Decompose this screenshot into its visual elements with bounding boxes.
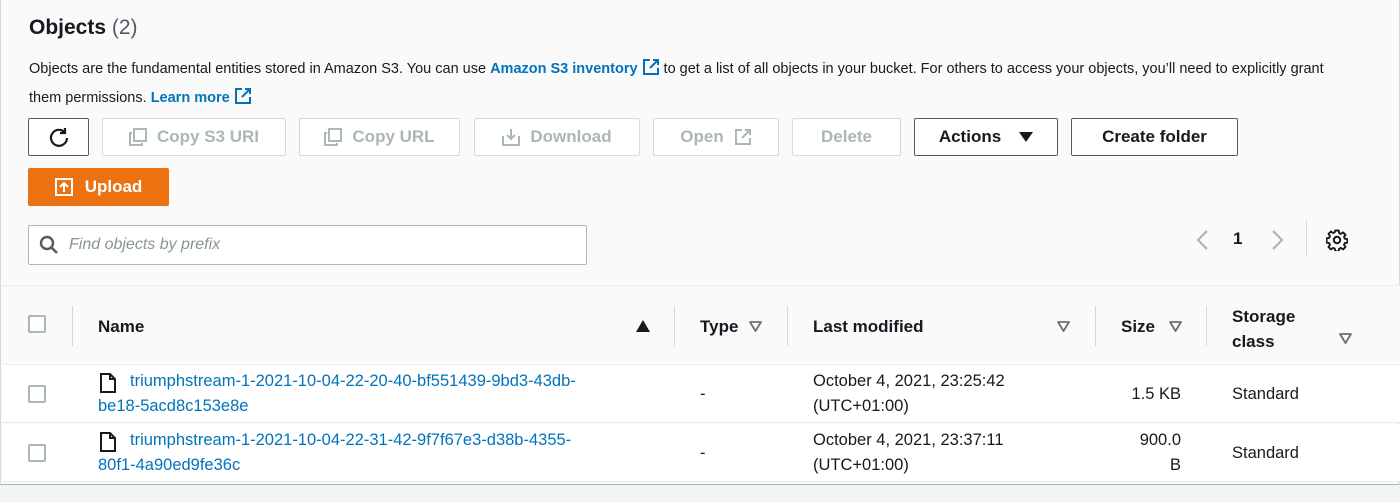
- object-type: -: [700, 444, 706, 462]
- object-name-line2: 80f1-4a90ed9fe36c: [98, 456, 241, 474]
- column-size[interactable]: Size: [1121, 317, 1155, 337]
- delete-button[interactable]: Delete: [792, 118, 901, 156]
- desc-text-1: Objects are the fundamental entities sto…: [29, 61, 491, 77]
- copy-s3-uri-label: Copy S3 URI: [156, 127, 260, 146]
- object-name-line2: be18-5acd8c153e8e: [98, 397, 249, 415]
- column-divider: [1095, 306, 1096, 346]
- divider: [1306, 220, 1307, 256]
- column-divider: [72, 306, 73, 346]
- external-link-icon: [734, 129, 751, 145]
- next-page-button[interactable]: [1271, 226, 1285, 254]
- object-last-modified: October 4, 2021, 23:25:42 (UTC+01:00): [813, 369, 1005, 419]
- sort-icon[interactable]: [1169, 321, 1182, 332]
- object-name-line1: triumphstream-1-2021-10-04-22-31-42-9f7f…: [130, 431, 572, 449]
- object-last-modified: October 4, 2021, 23:37:11 (UTC+01:00): [813, 428, 1004, 478]
- delete-label: Delete: [820, 127, 873, 146]
- actions-label: Actions: [938, 127, 1002, 146]
- last-modified-line2: (UTC+01:00): [813, 397, 909, 415]
- external-link-icon: [234, 87, 252, 114]
- column-type[interactable]: Type: [700, 317, 738, 337]
- size-line1: 900.0: [1139, 431, 1181, 449]
- refresh-button[interactable]: [28, 118, 89, 156]
- size-line1: 1.5 KB: [1131, 385, 1181, 403]
- prev-page-button[interactable]: [1195, 226, 1209, 254]
- download-button[interactable]: Download: [474, 118, 640, 156]
- object-size: 1.5 KB: [1102, 382, 1181, 407]
- table-row[interactable]: triumphstream-1-2021-10-04-22-31-42-9f7f…: [2, 424, 1400, 482]
- copy-url-button[interactable]: Copy URL: [299, 118, 460, 156]
- upload-label: Upload: [84, 177, 143, 196]
- column-divider: [1206, 306, 1207, 346]
- chevron-right-icon: [1272, 230, 1284, 250]
- column-storage-class[interactable]: Storage class: [1232, 304, 1295, 354]
- row-checkbox[interactable]: [28, 444, 46, 462]
- object-name-line1: triumphstream-1-2021-10-04-22-20-40-bf55…: [130, 372, 576, 390]
- upload-button[interactable]: Upload: [28, 168, 169, 206]
- chevron-left-icon: [1196, 230, 1208, 250]
- refresh-icon: [49, 128, 68, 147]
- object-name-link[interactable]: triumphstream-1-2021-10-04-22-20-40-bf55…: [98, 369, 668, 419]
- sort-icon[interactable]: [1339, 333, 1352, 344]
- object-count: (2): [111, 16, 138, 39]
- select-all-checkbox[interactable]: [28, 315, 46, 333]
- column-divider: [674, 306, 675, 346]
- object-storage-class: Standard: [1232, 444, 1299, 462]
- copy-url-label: Copy URL: [352, 127, 435, 146]
- table-row[interactable]: triumphstream-1-2021-10-04-22-20-40-bf55…: [2, 365, 1400, 423]
- search-icon: [39, 235, 58, 254]
- download-label: Download: [530, 127, 612, 146]
- object-storage-class: Standard: [1232, 385, 1299, 403]
- actions-dropdown[interactable]: Actions: [914, 118, 1058, 156]
- create-folder-button[interactable]: Create folder: [1071, 118, 1238, 156]
- row-checkbox[interactable]: [28, 385, 46, 403]
- last-modified-line2: (UTC+01:00): [813, 456, 909, 474]
- title-text: Objects: [29, 16, 107, 39]
- column-storage-class-line1: Storage: [1232, 307, 1296, 326]
- external-link-icon: [642, 58, 660, 85]
- download-icon: [502, 129, 521, 146]
- column-divider: [787, 306, 788, 346]
- create-folder-label: Create folder: [1102, 127, 1207, 146]
- search-input[interactable]: [69, 236, 559, 254]
- copy-icon: [128, 128, 147, 146]
- upload-icon: [54, 178, 73, 196]
- gear-icon: [1326, 229, 1348, 251]
- column-name[interactable]: Name: [98, 317, 144, 337]
- object-type: -: [700, 385, 706, 403]
- table-header: Name Type Last modified Size Storage cla…: [2, 285, 1400, 365]
- object-name-link[interactable]: triumphstream-1-2021-10-04-22-31-42-9f7f…: [98, 428, 668, 478]
- current-page[interactable]: 1: [1233, 229, 1242, 249]
- description: Objects are the fundamental entities sto…: [29, 56, 1349, 114]
- last-modified-line1: October 4, 2021, 23:25:42: [813, 372, 1005, 390]
- copy-icon: [324, 128, 343, 146]
- objects-panel: Objects (2) Objects are the fundamental …: [0, 0, 1400, 485]
- sort-icon[interactable]: [1057, 321, 1070, 332]
- copy-s3-uri-button[interactable]: Copy S3 URI: [102, 118, 286, 156]
- page-title: Objects (2): [29, 16, 138, 40]
- size-line2: B: [1169, 456, 1181, 474]
- open-button[interactable]: Open: [653, 118, 779, 156]
- learn-more-link[interactable]: Learn more: [151, 90, 230, 106]
- sort-ascending-icon[interactable]: [636, 320, 650, 332]
- search-box: [28, 225, 587, 265]
- open-label: Open: [680, 127, 724, 146]
- settings-button[interactable]: [1326, 226, 1348, 254]
- column-last-modified[interactable]: Last modified: [813, 317, 924, 337]
- object-size: 900.0 B: [1102, 428, 1181, 478]
- sort-icon[interactable]: [749, 321, 762, 332]
- column-storage-class-line2: class: [1232, 332, 1275, 351]
- last-modified-line1: October 4, 2021, 23:37:11: [813, 431, 1004, 449]
- s3-inventory-link[interactable]: Amazon S3 inventory: [490, 61, 637, 77]
- caret-down-icon: [1019, 132, 1034, 142]
